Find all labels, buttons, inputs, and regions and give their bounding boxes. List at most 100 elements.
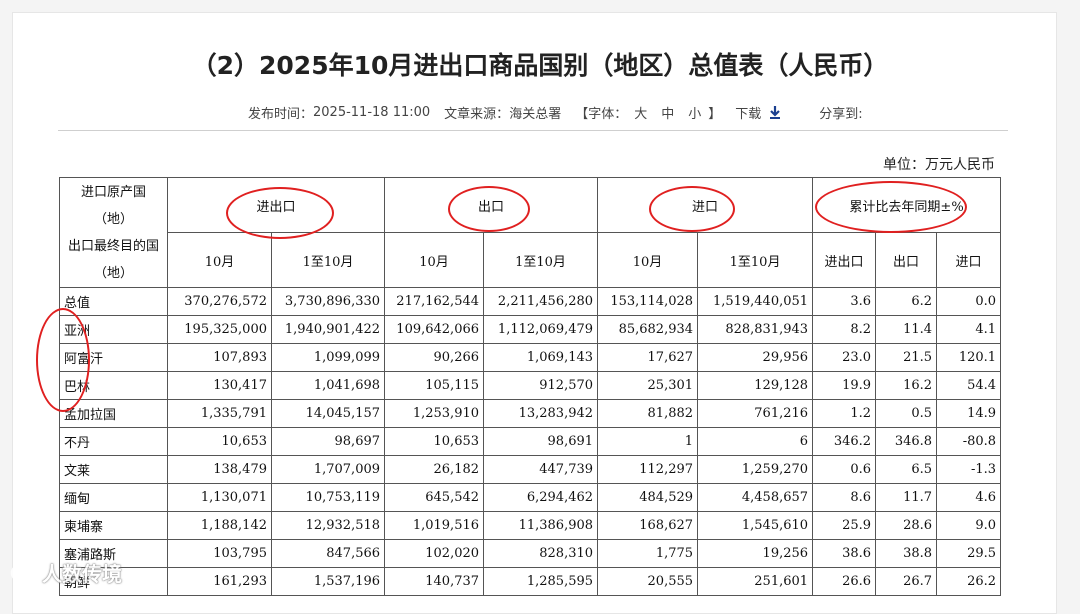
country-name-cell: 总值 xyxy=(59,287,168,316)
font-size-close: 】 xyxy=(708,106,722,122)
corner-line-1: 进口原产国 xyxy=(80,184,146,200)
font-small-button[interactable]: 小 xyxy=(688,103,701,122)
value-cell: -1.3 xyxy=(936,455,1002,484)
value-cell: 107,893 xyxy=(167,343,272,372)
value-cell: 120.1 xyxy=(936,343,1002,372)
table-row: 文莱 138,479 1,707,009 26,182 447,739 112,297 1,… xyxy=(59,455,1002,484)
value-cell: 11,386,908 xyxy=(483,511,599,540)
table-row: 巴林 130,417 1,041,698 105,115 912,570 25,301 12… xyxy=(59,371,1002,400)
value-cell: 346.2 xyxy=(812,427,877,456)
value-cell: 370,276,572 xyxy=(167,287,272,316)
table-body: 总值 370,276,572 3,730,896,330 217,162,544 2,2… xyxy=(59,287,1002,596)
value-cell: 484,529 xyxy=(597,483,699,512)
country-name-cell: 柬埔寨 xyxy=(59,511,168,540)
value-cell: 912,570 xyxy=(483,371,599,400)
table-row: 不丹 10,653 98,697 10,653 98,691 1 6 346.2 346.8 -8… xyxy=(59,427,1002,456)
value-cell: 19.9 xyxy=(812,371,877,400)
value-cell: 1,545,610 xyxy=(697,511,814,540)
publish-time: 2025-11-18 11:00 xyxy=(313,104,431,120)
divider xyxy=(58,130,1008,131)
value-cell: 195,325,000 xyxy=(167,315,272,344)
value-cell: 1,335,791 xyxy=(167,399,272,428)
sub-header: 10月 xyxy=(167,232,272,288)
value-cell: 1,519,440,051 xyxy=(697,287,814,316)
share-label[interactable]: 分享到: xyxy=(819,103,862,122)
group-header-export: 出口 xyxy=(384,177,599,233)
value-cell: 1,019,516 xyxy=(384,511,485,540)
value-cell: -80.8 xyxy=(936,427,1002,456)
value-cell: 1,253,910 xyxy=(384,399,485,428)
sub-header-row: 10月 1至10月 10月 1至10月 10月 1至10月 进出口 出口 进口 xyxy=(60,232,1002,288)
value-cell: 153,114,028 xyxy=(597,287,699,316)
value-cell: 1,188,142 xyxy=(167,511,272,540)
value-cell: 29,956 xyxy=(697,343,814,372)
corner-line-2: （地） xyxy=(93,211,133,227)
value-cell: 98,697 xyxy=(270,427,386,456)
sub-header: 10月 xyxy=(384,232,485,288)
corner-line-4: （地） xyxy=(93,265,133,281)
table-row: 孟加拉国 1,335,791 14,045,157 1,253,910 13,283,9… xyxy=(59,399,1002,428)
country-name-cell: 巴林 xyxy=(59,371,168,400)
sub-header: 进口 xyxy=(936,232,1002,288)
value-cell: 130,417 xyxy=(167,371,272,400)
sub-header: 1至10月 xyxy=(483,232,599,288)
value-cell: 6,294,462 xyxy=(483,483,599,512)
value-cell: 90,266 xyxy=(384,343,485,372)
value-cell: 13,283,942 xyxy=(483,399,599,428)
value-cell: 251,601 xyxy=(697,567,814,596)
sub-header: 进出口 xyxy=(812,232,877,288)
value-cell: 8.2 xyxy=(812,315,877,344)
value-cell: 14,045,157 xyxy=(270,399,386,428)
font-size-label: 【字体： xyxy=(575,106,628,122)
publish-label: 发布时间： xyxy=(248,106,314,122)
sub-header: 1至10月 xyxy=(697,232,814,288)
table-row: 柬埔寨 1,188,142 12,932,518 1,019,516 11,386,90… xyxy=(59,511,1002,540)
value-cell: 16.2 xyxy=(875,371,938,400)
download-icon xyxy=(770,106,781,119)
value-cell: 847,566 xyxy=(270,539,386,568)
sub-header: 1至10月 xyxy=(270,232,386,288)
value-cell: 6.2 xyxy=(875,287,938,316)
sub-header: 出口 xyxy=(875,232,938,288)
download-button[interactable]: 下载 xyxy=(735,103,783,122)
value-cell: 54.4 xyxy=(936,371,1002,400)
value-cell: 112,297 xyxy=(597,455,699,484)
value-cell: 98,691 xyxy=(483,427,599,456)
download-label: 下载 xyxy=(735,106,762,122)
value-cell: 25.9 xyxy=(812,511,877,540)
value-cell: 21.5 xyxy=(875,343,938,372)
unit-label: 单位：万元人民币 xyxy=(883,157,995,173)
value-cell: 828,831,943 xyxy=(697,315,814,344)
value-cell: 217,162,544 xyxy=(384,287,485,316)
value-cell: 161,293 xyxy=(167,567,272,596)
value-cell: 3,730,896,330 xyxy=(270,287,386,316)
value-cell: 12,932,518 xyxy=(270,511,386,540)
value-cell: 17,627 xyxy=(597,343,699,372)
font-medium-button[interactable]: 中 xyxy=(661,103,674,122)
value-cell: 11.7 xyxy=(875,483,938,512)
font-large-button[interactable]: 大 xyxy=(634,103,647,122)
table-row: 朝鲜 161,293 1,537,196 140,737 1,285,595 20,555… xyxy=(59,567,1002,596)
value-cell: 102,020 xyxy=(384,539,485,568)
value-cell: 6 xyxy=(697,427,814,456)
value-cell: 828,310 xyxy=(483,539,599,568)
table-row: 总值 370,276,572 3,730,896,330 217,162,544 2,2… xyxy=(59,287,1002,316)
source-label: 文章来源： xyxy=(444,106,510,122)
country-name-cell: 不丹 xyxy=(59,427,168,456)
table-row: 阿富汗 107,893 1,099,099 90,266 1,069,143 17,627… xyxy=(59,343,1002,372)
value-cell: 26.2 xyxy=(936,567,1002,596)
value-cell: 346.8 xyxy=(875,427,938,456)
value-cell: 81,882 xyxy=(597,399,699,428)
value-cell: 1,940,901,422 xyxy=(270,315,386,344)
value-cell: 4.6 xyxy=(936,483,1002,512)
value-cell: 1,112,069,479 xyxy=(483,315,599,344)
value-cell: 1,775 xyxy=(597,539,699,568)
value-cell: 23.0 xyxy=(812,343,877,372)
value-cell: 2,211,456,280 xyxy=(483,287,599,316)
value-cell: 10,653 xyxy=(384,427,485,456)
value-cell: 20,555 xyxy=(597,567,699,596)
value-cell: 168,627 xyxy=(597,511,699,540)
top-nav-strip xyxy=(0,0,1080,12)
value-cell: 10,753,119 xyxy=(270,483,386,512)
value-cell: 38.8 xyxy=(875,539,938,568)
